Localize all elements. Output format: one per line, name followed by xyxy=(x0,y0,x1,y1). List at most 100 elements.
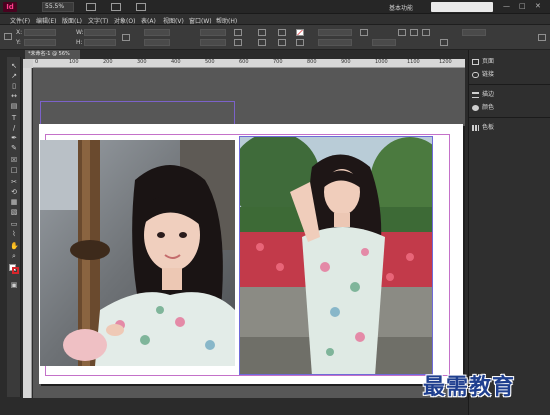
workspace-switcher[interactable]: 基本功能 xyxy=(389,3,413,12)
gap-tool-icon[interactable]: ↔ xyxy=(10,92,18,100)
preview-mode-icon[interactable]: ▣ xyxy=(10,281,18,289)
ruler-tick-label: 800 xyxy=(307,59,317,65)
indesign-logo: Id xyxy=(3,2,17,12)
panel-menu-icon[interactable] xyxy=(538,34,546,41)
rectangle-tool-icon[interactable]: □ xyxy=(10,166,18,174)
rectangle-frame-tool-icon[interactable]: ☒ xyxy=(10,156,18,164)
ruler-tick-label: 700 xyxy=(273,59,283,65)
fit-frame-icon[interactable] xyxy=(410,29,418,36)
menu-type[interactable]: 文字(T) xyxy=(88,16,108,25)
pages-icon xyxy=(472,58,479,65)
line-tool-icon[interactable]: / xyxy=(10,124,18,132)
horizontal-ruler[interactable]: 0 100 200 300 400 500 600 700 800 900 10… xyxy=(33,59,465,68)
swatches-icon xyxy=(472,124,479,131)
color-icon xyxy=(472,104,479,111)
direct-selection-tool-icon[interactable]: ↗ xyxy=(10,72,18,80)
document-tab-bar: *未命名-1 @ 56% xyxy=(23,50,469,59)
menu-view[interactable]: 视图(V) xyxy=(163,16,184,25)
photo-frame-left[interactable] xyxy=(40,140,235,366)
screen-mode-icon[interactable] xyxy=(111,3,121,11)
menu-file[interactable]: 文件(F) xyxy=(10,16,30,25)
note-tool-icon[interactable]: ▭ xyxy=(10,220,18,228)
panel-links[interactable]: 链接 xyxy=(472,69,548,81)
fill-frame-icon[interactable] xyxy=(422,29,430,36)
panel-swatches[interactable]: 色板 xyxy=(472,122,548,134)
ruler-tick-label: 100 xyxy=(69,59,79,65)
scissors-tool-icon[interactable]: ✂ xyxy=(10,178,18,186)
text-wrap-icon[interactable] xyxy=(440,39,448,46)
panel-pages[interactable]: 页面 xyxy=(472,56,548,68)
menu-window[interactable]: 窗口(W) xyxy=(189,16,212,25)
ruler-corner[interactable] xyxy=(23,59,33,68)
width-field[interactable] xyxy=(84,29,116,36)
vertical-ruler[interactable] xyxy=(23,68,32,398)
page-tool-icon[interactable]: ▯ xyxy=(10,82,18,90)
gradient-swatch-tool-icon[interactable]: ▦ xyxy=(10,198,18,206)
pencil-tool-icon[interactable]: ✎ xyxy=(10,144,18,152)
rotation-field[interactable] xyxy=(200,29,226,36)
flip-horizontal-icon[interactable] xyxy=(258,29,266,36)
photo-frame-right[interactable] xyxy=(239,136,433,375)
pasteboard[interactable] xyxy=(33,68,465,398)
panel-color[interactable]: 颜色 xyxy=(472,102,548,114)
stroke-weight-field[interactable] xyxy=(318,29,352,36)
opacity-field[interactable] xyxy=(372,39,396,46)
menu-help[interactable]: 帮助(H) xyxy=(216,16,237,25)
close-button[interactable]: ✕ xyxy=(535,2,545,11)
y-label: Y: xyxy=(16,39,21,46)
flip-vertical-icon[interactable] xyxy=(258,39,266,46)
scale-x-field[interactable] xyxy=(144,29,170,36)
panel-dock: 页面 链接 描边 颜色 色板 xyxy=(468,50,550,415)
constrain-proportions-icon[interactable] xyxy=(122,34,130,41)
selection-tool-icon[interactable]: ↖ xyxy=(10,62,18,70)
arrange-documents-icon[interactable] xyxy=(136,3,146,11)
panel-divider xyxy=(469,84,550,85)
view-options-icon[interactable] xyxy=(86,3,96,11)
fill-color-icon[interactable] xyxy=(296,29,304,36)
maximize-button[interactable]: □ xyxy=(519,2,529,11)
shear-field[interactable] xyxy=(200,39,226,46)
corner-size-field[interactable] xyxy=(462,29,486,36)
pen-tool-icon[interactable]: ✒ xyxy=(10,134,18,142)
height-field[interactable] xyxy=(84,39,116,46)
document-tab[interactable]: *未命名-1 @ 56% xyxy=(25,50,80,59)
h-label: H: xyxy=(76,39,83,46)
select-container-icon[interactable] xyxy=(278,29,286,36)
y-position-field[interactable] xyxy=(24,39,56,46)
status-bar xyxy=(0,398,468,415)
gradient-feather-tool-icon[interactable]: ▧ xyxy=(10,208,18,216)
select-content-icon[interactable] xyxy=(278,39,286,46)
fit-content-icon[interactable] xyxy=(398,29,406,36)
search-input[interactable] xyxy=(431,2,493,12)
ruler-tick-label: 900 xyxy=(341,59,351,65)
rotate-90-ccw-icon[interactable] xyxy=(234,39,242,46)
panel-label: 色板 xyxy=(482,124,495,131)
ruler-tick-label: 1000 xyxy=(375,59,388,65)
panel-label: 页面 xyxy=(482,58,495,65)
rotate-90-cw-icon[interactable] xyxy=(234,29,242,36)
menu-layout[interactable]: 版面(L) xyxy=(62,16,82,25)
stroke-swatch[interactable] xyxy=(12,267,19,274)
x-position-field[interactable] xyxy=(24,29,56,36)
effects-icon[interactable] xyxy=(360,29,368,36)
x-label: X: xyxy=(16,29,23,36)
panel-divider xyxy=(469,117,550,118)
eyedropper-tool-icon[interactable]: ⌇ xyxy=(10,230,18,238)
ruler-tick-label: 600 xyxy=(239,59,249,65)
type-tool-icon[interactable]: T xyxy=(10,114,18,122)
content-collector-tool-icon[interactable]: ▤ xyxy=(10,102,18,110)
scale-y-field[interactable] xyxy=(144,39,170,46)
menu-table[interactable]: 表(A) xyxy=(141,16,156,25)
stroke-type-select[interactable] xyxy=(318,39,352,46)
reference-point-icon[interactable] xyxy=(4,33,12,40)
menu-edit[interactable]: 编辑(E) xyxy=(36,16,56,25)
zoom-level-select[interactable]: 55.5% xyxy=(42,2,74,12)
minimize-button[interactable]: — xyxy=(503,2,513,11)
ruler-tick-label: 200 xyxy=(103,59,113,65)
menu-object[interactable]: 对象(O) xyxy=(114,16,135,25)
hand-tool-icon[interactable]: ✋ xyxy=(10,242,19,250)
free-transform-tool-icon[interactable]: ⟲ xyxy=(10,188,18,196)
panel-stroke[interactable]: 描边 xyxy=(472,89,548,101)
stroke-color-icon[interactable] xyxy=(296,39,304,46)
zoom-tool-icon[interactable]: ⌕ xyxy=(10,252,18,260)
